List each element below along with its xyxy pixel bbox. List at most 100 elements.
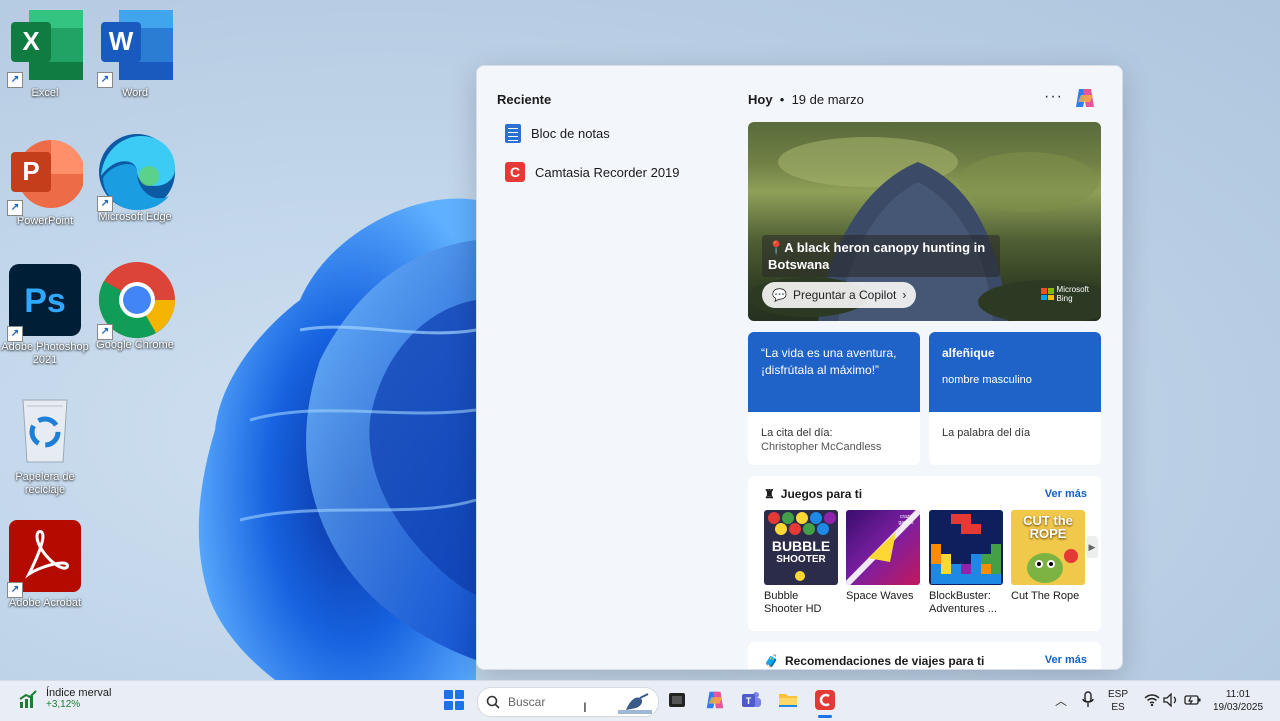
edge-icon: ↗ [97,132,175,212]
today-date: 19 de marzo [791,92,864,107]
file-explorer-icon[interactable] [777,689,799,711]
desktop-icon-label: PowerPoint [16,215,74,227]
recent-title: Reciente [497,92,552,107]
travel-title: 🧳 Recomendaciones de viajes para ti [764,654,984,668]
travel-see-more-link[interactable]: Ver más [1045,654,1087,666]
recent-item-label: Bloc de notas [531,125,610,141]
svg-text:P: P [22,156,39,186]
copilot-icon[interactable] [1073,86,1097,110]
game-name: BlockBuster: Adventures ... [929,590,997,615]
desktop-icon-word[interactable]: W ↗ Word [90,8,180,100]
today-label: Hoy [748,92,773,107]
desktop-icon-label: Adobe Photoshop 2021 [1,341,89,366]
game-tile[interactable]: crazy games Space Waves [846,510,920,603]
quote-of-the-day-card[interactable]: “La vida es una aventura, ¡disfrútala al… [748,332,920,465]
show-hidden-icons-chevron-icon[interactable]: ︿ [1055,692,1067,709]
shortcut-arrow-icon: ↗ [97,72,113,88]
ask-copilot-label: Preguntar a Copilot [792,288,897,302]
game-tile[interactable]: CUT the ROPE Cut The Rope [1011,510,1085,603]
games-title: ♜ Juegos para ti [764,487,862,501]
brand-line-2: Bing [1056,294,1073,303]
word-icon: W ↗ [97,8,173,88]
travel-title-text: Recomendaciones de viajes para ti [784,654,985,668]
task-view-icon[interactable] [666,689,688,711]
shortcut-arrow-icon: ↗ [7,72,23,88]
camtasia-taskbar-icon[interactable] [814,689,836,718]
stock-change: +3,12% [46,699,81,710]
acrobat-icon: ↗ [7,518,83,598]
games-see-more-link[interactable]: Ver más [1045,488,1087,500]
language-indicator[interactable]: ESP ES [1108,688,1128,714]
games-next-button[interactable]: ▶ [1086,536,1098,558]
teams-icon[interactable]: T [740,689,762,711]
hero-caption-text: A black heron canopy hunting in Botswana [768,240,986,272]
crazy-games-badge: crazy games [898,514,914,526]
clock-date: 19/03/2025 [1212,702,1264,713]
notepad-icon [505,123,521,143]
volume-icon[interactable] [1163,692,1179,712]
shortcut-arrow-icon: ↗ [97,324,113,340]
chrome-icon: ↗ [97,260,176,340]
svg-text:W: W [109,26,134,56]
desktop-icon-chrome[interactable]: ↗ Google Chrome [90,260,180,352]
svg-text:T: T [746,696,752,706]
copilot-taskbar-icon[interactable] [704,689,726,711]
language-code: ESP [1108,689,1129,700]
search-icon [486,695,500,709]
excel-icon: X ↗ [7,8,83,88]
ask-copilot-button[interactable]: 💬 Preguntar a Copilot › [762,282,917,308]
desktop-icon-photoshop[interactable]: Ps ↗ Adobe Photoshop 2021 [0,262,90,367]
clock-time: 11:01 [1225,689,1251,700]
word-meaning: nombre masculino [942,374,1032,386]
desktop-icon-edge[interactable]: ↗ Microsoft Edge [90,132,180,224]
hero-image-card[interactable]: 📍A black heron canopy hunting in Botswan… [748,122,1101,321]
word-of-the-day-card[interactable]: alfeñique nombre masculino La palabra de… [929,332,1101,465]
desktop-icon-label: Word [121,87,149,99]
bubble-shooter-logo-line-1: BUBBLE [771,538,831,554]
shortcut-arrow-icon: ↗ [7,326,23,342]
microphone-icon[interactable] [1081,691,1095,714]
chat-bubble-icon: 💬 [772,288,787,302]
widgets-panel: Reciente Bloc de notas C Camtasia Record… [476,65,1123,670]
game-name: Cut The Rope [1011,590,1080,602]
search-highlight-heron-icon [618,693,652,714]
game-tile[interactable]: BUBBLE SHOOTER Bubble Shooter HD [764,510,838,616]
powerpoint-icon: P ↗ [7,136,85,216]
start-button[interactable] [444,690,464,710]
game-tile[interactable]: BlockBuster: Adventures ... [929,510,1003,616]
wifi-icon[interactable] [1144,693,1160,712]
recent-item-notepad[interactable]: Bloc de notas [505,120,610,146]
game-name: Bubble Shooter HD [764,590,822,615]
search-box[interactable]: Buscar [477,687,659,717]
shortcut-arrow-icon: ↗ [7,200,23,216]
desktop-icon-label: Adobe Acrobat [8,597,82,609]
space-waves-thumb: crazy games [846,510,920,585]
quote-card-title: La cita del día: [761,427,833,439]
chevron-right-icon: › [902,288,907,302]
more-options-button[interactable]: ··· [1044,88,1063,106]
desktop-icon-recycle-bin[interactable]: Papelera de reciclaje [0,392,90,497]
photoshop-icon: Ps ↗ [7,262,83,342]
stock-widget[interactable]: Índice merval +3,12% [18,687,111,710]
cut-the-rope-logo: CUT the ROPE [1023,513,1073,541]
microsoft-logo-icon [1040,288,1054,300]
keyboard-layout: ES [1111,702,1125,713]
word-text: alfeñique [942,346,995,360]
camtasia-icon: C [505,162,525,182]
travel-recommendations-card: 🧳 Recomendaciones de viajes para ti Ver … [748,642,1101,669]
cut-the-rope-thumb: CUT the ROPE [1011,510,1085,585]
desktop-icon-excel[interactable]: X ↗ Excel [0,8,90,100]
recent-item-camtasia[interactable]: C Camtasia Recorder 2019 [505,159,680,185]
text-cursor-icon: I [583,699,587,715]
clock[interactable]: 11:01 19/03/2025 [1207,688,1269,714]
desktop-icon-label: Excel [31,87,59,99]
microsoft-bing-logo: Microsoft Bing [1040,285,1089,303]
desktop-icon-acrobat[interactable]: ↗ Adobe Acrobat [0,518,90,610]
game-name: Space Waves [846,590,914,602]
desktop-icon-powerpoint[interactable]: P ↗ PowerPoint [0,136,90,228]
desktop-icon-label: Microsoft Edge [98,211,172,223]
battery-icon[interactable] [1184,693,1202,712]
desktop-icon-label: Google Chrome [96,339,174,351]
brand-line-1: Microsoft [1056,285,1089,294]
location-pin-icon: 📍 [768,240,785,255]
